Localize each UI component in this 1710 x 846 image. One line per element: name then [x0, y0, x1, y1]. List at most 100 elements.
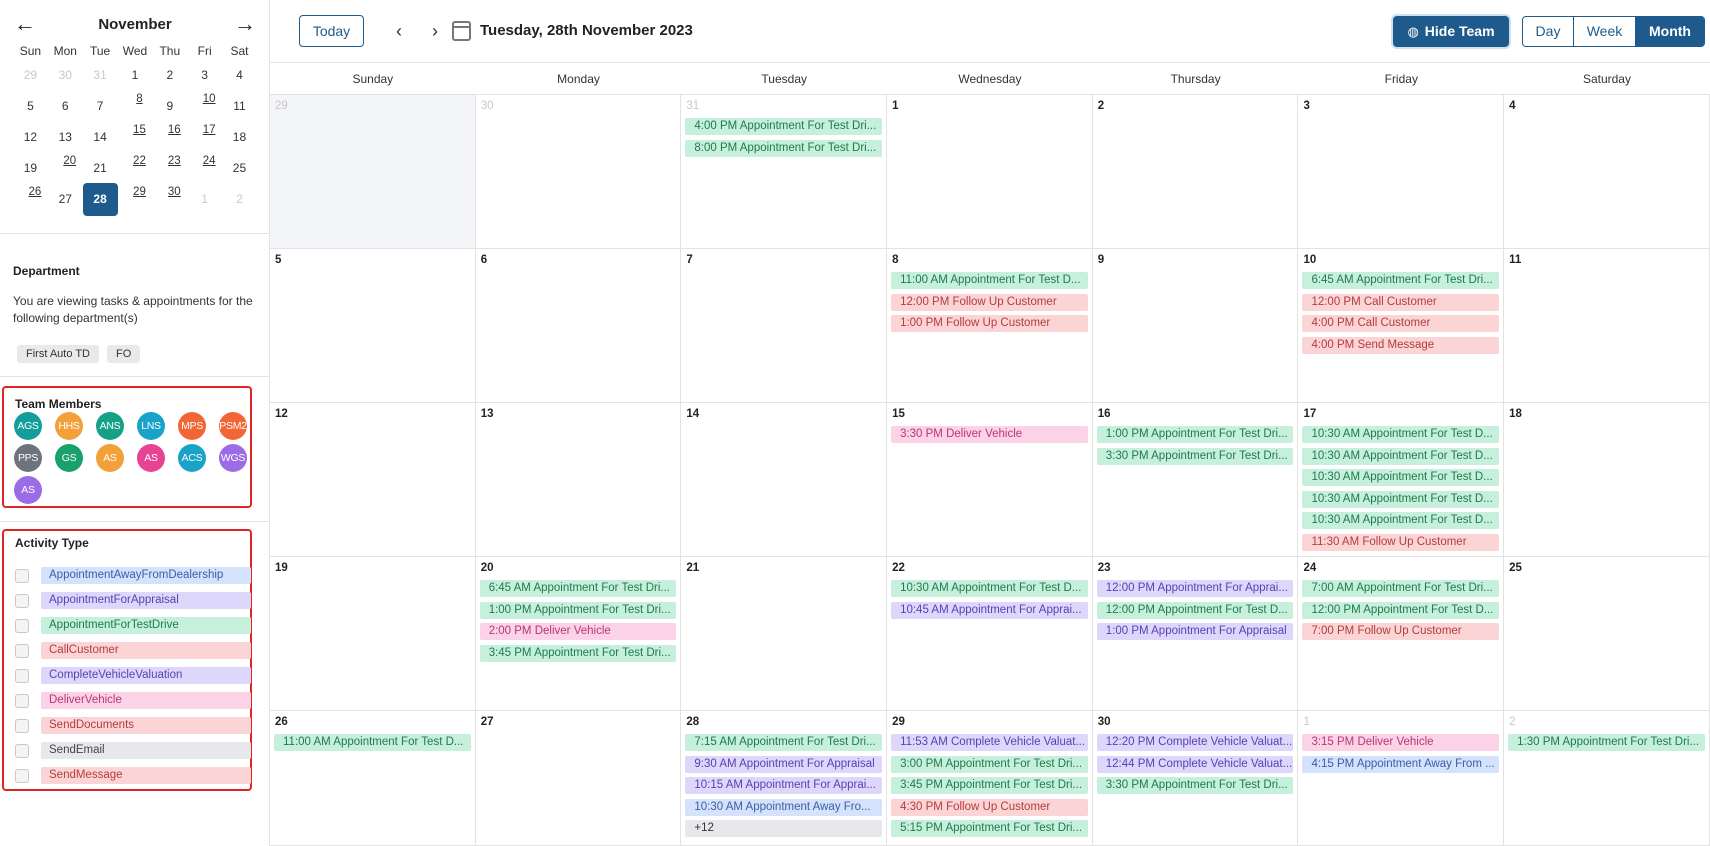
- day-cell[interactable]: 18: [1504, 403, 1710, 557]
- event-item[interactable]: 6:45 AM Appointment For Test Dri...: [1302, 272, 1500, 289]
- checkbox[interactable]: [15, 593, 29, 608]
- event-item[interactable]: 3:30 PM Appointment For Test Dri...: [1096, 777, 1294, 795]
- event-item[interactable]: 3:45 PM Appointment For Test Dri...: [891, 777, 1088, 795]
- avatar[interactable]: HHS: [55, 412, 83, 440]
- day-cell[interactable]: 8 11:00 AM Appointment For Test D... 12:00…: [887, 249, 1093, 403]
- avatar[interactable]: PPS: [14, 444, 42, 472]
- event-item[interactable]: 1:30 PM Appointment For Test Dri...: [1508, 734, 1705, 751]
- event-item[interactable]: 12:00 PM Call Customer: [1302, 293, 1500, 311]
- day-cell[interactable]: 5: [270, 249, 476, 403]
- day-cell[interactable]: 2 1:30 PM Appointment For Test Dri...: [1504, 711, 1710, 846]
- mini-day[interactable]: 19: [13, 153, 48, 184]
- day-cell[interactable]: 10 6:45 AM Appointment For Test Dri... 12:…: [1298, 249, 1505, 403]
- day-cell[interactable]: 28 7:15 AM Appointment For Test Dri... 9:3…: [681, 711, 888, 846]
- event-item[interactable]: 12:44 PM Complete Vehicle Valuat...: [1096, 755, 1294, 773]
- avatar[interactable]: ACS: [178, 444, 206, 472]
- mini-day[interactable]: 10: [187, 91, 222, 108]
- day-cell[interactable]: 24 7:00 AM Appointment For Test Dri... 12:…: [1298, 557, 1505, 711]
- mini-day[interactable]: 15: [118, 122, 153, 139]
- day-cell[interactable]: 1 3:15 PM Deliver Vehicle 4:15 PM Appointm…: [1298, 711, 1505, 846]
- chevron-left-icon[interactable]: ‹: [389, 19, 409, 43]
- event-item[interactable]: 7:00 PM Follow Up Customer: [1302, 623, 1500, 641]
- event-item[interactable]: 10:30 AM Appointment For Test D...: [1302, 512, 1500, 530]
- day-cell[interactable]: 30 12:20 PM Complete Vehicle Valuat... 12:…: [1092, 711, 1299, 846]
- avatar[interactable]: AS: [96, 444, 124, 472]
- event-item[interactable]: 1:00 PM Appointment For Test Dri...: [479, 601, 677, 619]
- day-cell[interactable]: 2: [1092, 95, 1299, 249]
- event-item[interactable]: 9:30 AM Appointment For Appraisal: [685, 755, 883, 773]
- calendar-icon[interactable]: [452, 21, 471, 41]
- event-item[interactable]: 5:15 PM Appointment For Test Dri...: [891, 820, 1088, 838]
- event-item[interactable]: 11:53 AM Complete Vehicle Valuat...: [891, 734, 1088, 751]
- event-item[interactable]: 1:00 PM Appointment For Test Dri...: [1096, 426, 1294, 443]
- chevron-right-icon[interactable]: ›: [425, 19, 445, 43]
- event-item[interactable]: 3:30 PM Deliver Vehicle: [891, 426, 1088, 443]
- avatar[interactable]: LNS: [137, 412, 165, 440]
- avatar[interactable]: PSM2: [219, 412, 247, 440]
- mini-day[interactable]: 8: [118, 91, 153, 108]
- day-cell[interactable]: 14: [681, 403, 888, 557]
- mini-day[interactable]: 13: [48, 122, 83, 153]
- mini-day[interactable]: 6: [48, 91, 83, 122]
- avatar[interactable]: GS: [55, 444, 83, 472]
- hide-team-button[interactable]: ◍ Hide Team: [1393, 16, 1509, 47]
- day-cell[interactable]: 16 1:00 PM Appointment For Test Dri... 3:3…: [1092, 403, 1299, 557]
- mini-day[interactable]: 14: [83, 122, 118, 153]
- event-item[interactable]: 4:00 PM Send Message: [1302, 336, 1500, 354]
- mini-day[interactable]: 1: [118, 60, 153, 91]
- mini-day[interactable]: 27: [48, 184, 83, 215]
- mini-day[interactable]: 23: [152, 153, 187, 170]
- day-cell[interactable]: 29 11:53 AM Complete Vehicle Valuat... 3:0…: [887, 711, 1093, 846]
- event-item[interactable]: 8:00 PM Appointment For Test Dri...: [685, 139, 883, 157]
- day-cell[interactable]: 22 10:30 AM Appointment For Test D... 10:4…: [887, 557, 1093, 711]
- view-month-button[interactable]: Month: [1636, 17, 1704, 46]
- day-cell[interactable]: 11: [1504, 249, 1710, 403]
- avatar[interactable]: AS: [137, 444, 165, 472]
- day-cell[interactable]: 23 12:00 PM Appointment For Apprai... 12:0…: [1092, 557, 1299, 711]
- mini-day[interactable]: 22: [118, 153, 153, 170]
- checkbox[interactable]: [15, 718, 29, 733]
- avatar[interactable]: AS: [14, 476, 42, 504]
- mini-day[interactable]: 7: [83, 91, 118, 122]
- event-item[interactable]: 10:30 AM Appointment For Test D...: [891, 580, 1088, 597]
- mini-day[interactable]: 28: [82, 183, 118, 216]
- mini-day[interactable]: 30: [48, 60, 83, 91]
- event-item[interactable]: 7:15 AM Appointment For Test Dri...: [685, 734, 883, 751]
- event-item[interactable]: 1:00 PM Appointment For Appraisal: [1096, 623, 1294, 641]
- mini-day[interactable]: 9: [152, 91, 187, 122]
- more-events-link[interactable]: +12: [685, 820, 883, 838]
- checkbox[interactable]: [15, 568, 29, 583]
- day-cell[interactable]: 4: [1504, 95, 1710, 249]
- mini-day[interactable]: 3: [187, 60, 222, 91]
- checkbox[interactable]: [15, 743, 29, 758]
- event-item[interactable]: 10:30 AM Appointment For Test D...: [1302, 426, 1500, 443]
- mini-day[interactable]: 29: [13, 60, 48, 91]
- avatar[interactable]: MPS: [178, 412, 206, 440]
- day-cell[interactable]: 27: [475, 711, 682, 846]
- mini-day[interactable]: 2: [152, 60, 187, 91]
- event-item[interactable]: 3:30 PM Appointment For Test Dri...: [1096, 447, 1294, 465]
- mini-day[interactable]: 17: [187, 122, 222, 139]
- view-day-button[interactable]: Day: [1523, 17, 1574, 46]
- event-item[interactable]: 10:45 AM Appointment For Apprai...: [891, 601, 1088, 619]
- event-item[interactable]: 11:00 AM Appointment For Test D...: [891, 272, 1088, 289]
- mini-day[interactable]: 21: [83, 153, 118, 184]
- day-cell[interactable]: 1: [887, 95, 1093, 249]
- day-cell[interactable]: 9: [1092, 249, 1299, 403]
- event-item[interactable]: 6:45 AM Appointment For Test Dri...: [479, 580, 677, 597]
- day-cell[interactable]: 13: [475, 403, 682, 557]
- day-cell[interactable]: 25: [1504, 557, 1710, 711]
- mini-day[interactable]: 29: [118, 184, 153, 201]
- checkbox[interactable]: [15, 693, 29, 708]
- mini-day[interactable]: 1: [187, 184, 222, 215]
- mini-day[interactable]: 5: [13, 91, 48, 122]
- event-item[interactable]: 4:15 PM Appointment Away From ...: [1302, 755, 1500, 773]
- event-item[interactable]: 11:30 AM Follow Up Customer: [1302, 533, 1500, 551]
- mini-day[interactable]: 26: [13, 184, 48, 201]
- event-item[interactable]: 7:00 AM Appointment For Test Dri...: [1302, 580, 1500, 597]
- mini-day[interactable]: 20: [48, 153, 83, 170]
- day-cell[interactable]: 17 10:30 AM Appointment For Test D... 10:3…: [1298, 403, 1505, 557]
- day-cell[interactable]: 7: [681, 249, 888, 403]
- event-item[interactable]: 4:00 PM Appointment For Test Dri...: [685, 118, 883, 135]
- event-item[interactable]: 12:00 PM Appointment For Test D...: [1096, 601, 1294, 619]
